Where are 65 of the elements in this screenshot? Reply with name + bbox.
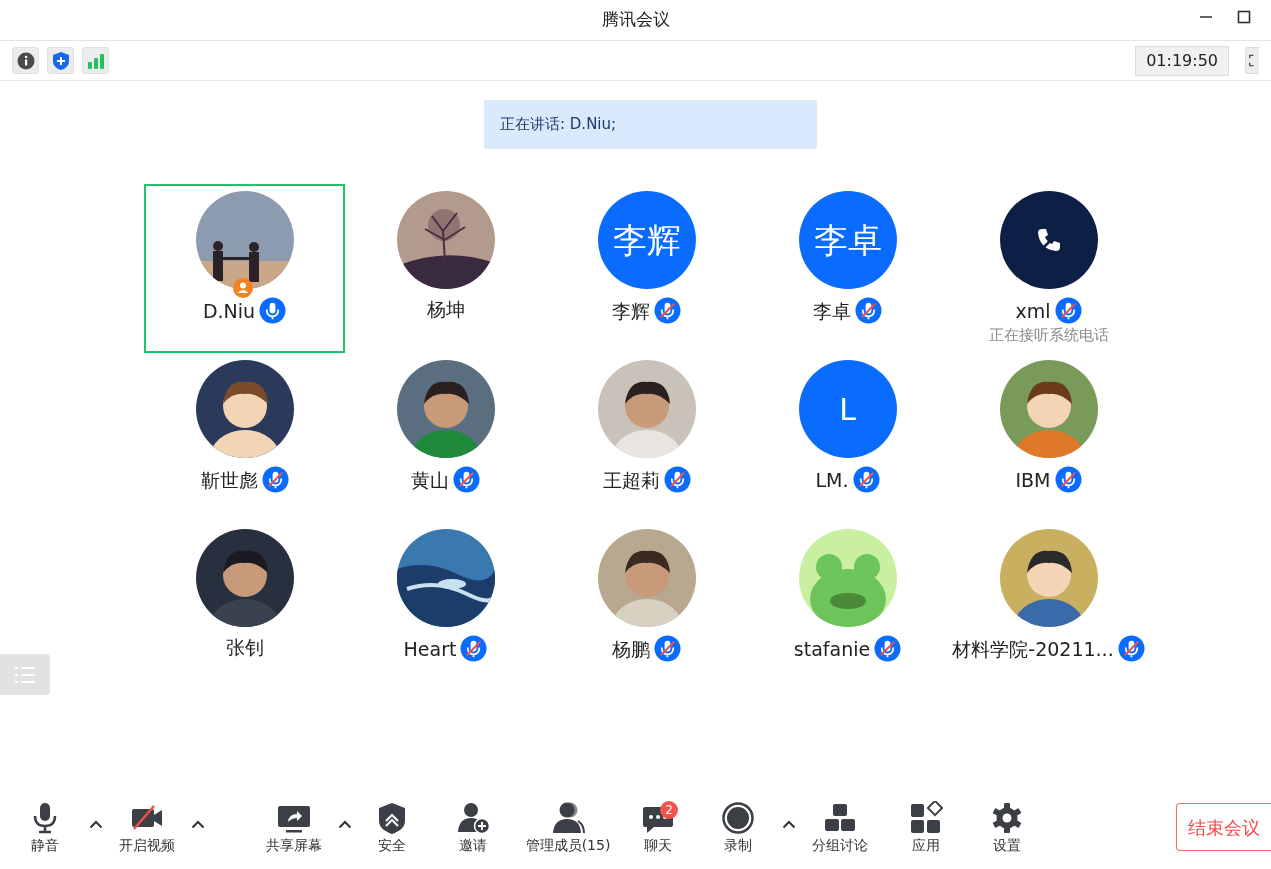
participant-tile[interactable]: 靳世彪	[144, 353, 345, 522]
unread-badge: 2	[660, 801, 678, 819]
participant-tile[interactable]: 王超莉	[546, 353, 747, 522]
participant-name: 张钊	[225, 635, 264, 659]
caret-up-icon[interactable]	[191, 819, 205, 829]
people-icon	[551, 801, 585, 835]
participant-name: LM.	[815, 467, 849, 492]
caret-up-icon[interactable]	[89, 819, 103, 829]
participant-name: 王超莉	[602, 467, 660, 492]
settings-icon	[990, 801, 1024, 835]
participant-name: 李辉	[612, 298, 650, 323]
fullscreen-icon[interactable]	[1245, 47, 1259, 74]
participant-tile[interactable]: 杨坤	[345, 184, 546, 353]
toolbar-button[interactable]: 邀请	[428, 801, 518, 856]
participant-tile[interactable]: IBM	[948, 353, 1149, 522]
toolbar-button[interactable]: 共享屏幕	[254, 801, 334, 856]
avatar-initials: L	[798, 360, 897, 458]
participant-tile[interactable]: Heart	[345, 522, 546, 691]
toolbar-button[interactable]: 聊天 2	[618, 801, 698, 856]
participant-name: 黄山	[411, 467, 449, 492]
toolbar-button[interactable]: 安全	[356, 801, 428, 856]
list-toggle-button[interactable]	[0, 654, 50, 695]
toolbar-button[interactable]: 设置	[972, 801, 1042, 856]
avatar-initials: 李卓	[798, 191, 897, 289]
participant-status: 正在接听系统电话	[988, 325, 1109, 346]
maximize-icon[interactable]	[1237, 10, 1251, 24]
participant-name: D.Niu	[202, 298, 256, 323]
speaking-banner: 正在讲话: D.Niu;	[484, 100, 817, 149]
window-title: 腾讯会议	[601, 8, 670, 32]
participant-name: stafanie	[793, 636, 871, 661]
record-icon	[721, 801, 755, 835]
shield-icon[interactable]	[47, 47, 74, 74]
toolbar-button[interactable]: 分组讨论	[800, 801, 880, 856]
participant-tile[interactable]: 李卓 李卓	[747, 184, 948, 353]
participant-tile[interactable]: 材料学院-20211...	[948, 522, 1149, 691]
participant-tile[interactable]: 张钊	[144, 522, 345, 691]
caret-up-icon[interactable]	[338, 819, 352, 829]
participant-tile[interactable]: xml 正在接听系统电话	[948, 184, 1149, 353]
info-icon[interactable]	[12, 47, 39, 74]
participant-tile[interactable]: 杨鹏	[546, 522, 747, 691]
participant-name: 材料学院-20211...	[952, 636, 1114, 661]
toolbar-button[interactable]: 静音	[5, 801, 85, 856]
end-meeting-button[interactable]: 结束会议	[1176, 803, 1271, 851]
toolbar-button[interactable]: 管理成员(15)	[518, 801, 618, 856]
participant-name: IBM	[1015, 467, 1051, 492]
toolbar-button[interactable]: 应用	[880, 801, 972, 856]
list-icon	[14, 665, 36, 684]
toolbar-button[interactable]: 录制	[698, 801, 778, 856]
participant-name: Heart	[403, 636, 457, 661]
participant-tile[interactable]: 李辉 李辉	[546, 184, 747, 353]
participant-name: 靳世彪	[200, 467, 258, 492]
toolbar-button[interactable]: 开启视频	[107, 801, 187, 856]
participant-name: 李卓	[813, 298, 851, 323]
participant-tile[interactable]: stafanie	[747, 522, 948, 691]
caret-up-icon[interactable]	[782, 819, 796, 829]
participant-tile[interactable]: L LM.	[747, 353, 948, 522]
meeting-timer: 01:19:50	[1135, 45, 1229, 76]
participant-name: 杨鹏	[612, 636, 650, 661]
participant-name: xml	[1015, 298, 1051, 323]
participant-name: 杨坤	[426, 297, 465, 321]
participant-tile[interactable]: D.Niu	[144, 184, 345, 353]
avatar-initials: 李辉	[597, 191, 696, 289]
add-person-icon	[456, 801, 490, 835]
apps-icon	[909, 801, 943, 835]
participant-tile[interactable]: 黄山	[345, 353, 546, 522]
